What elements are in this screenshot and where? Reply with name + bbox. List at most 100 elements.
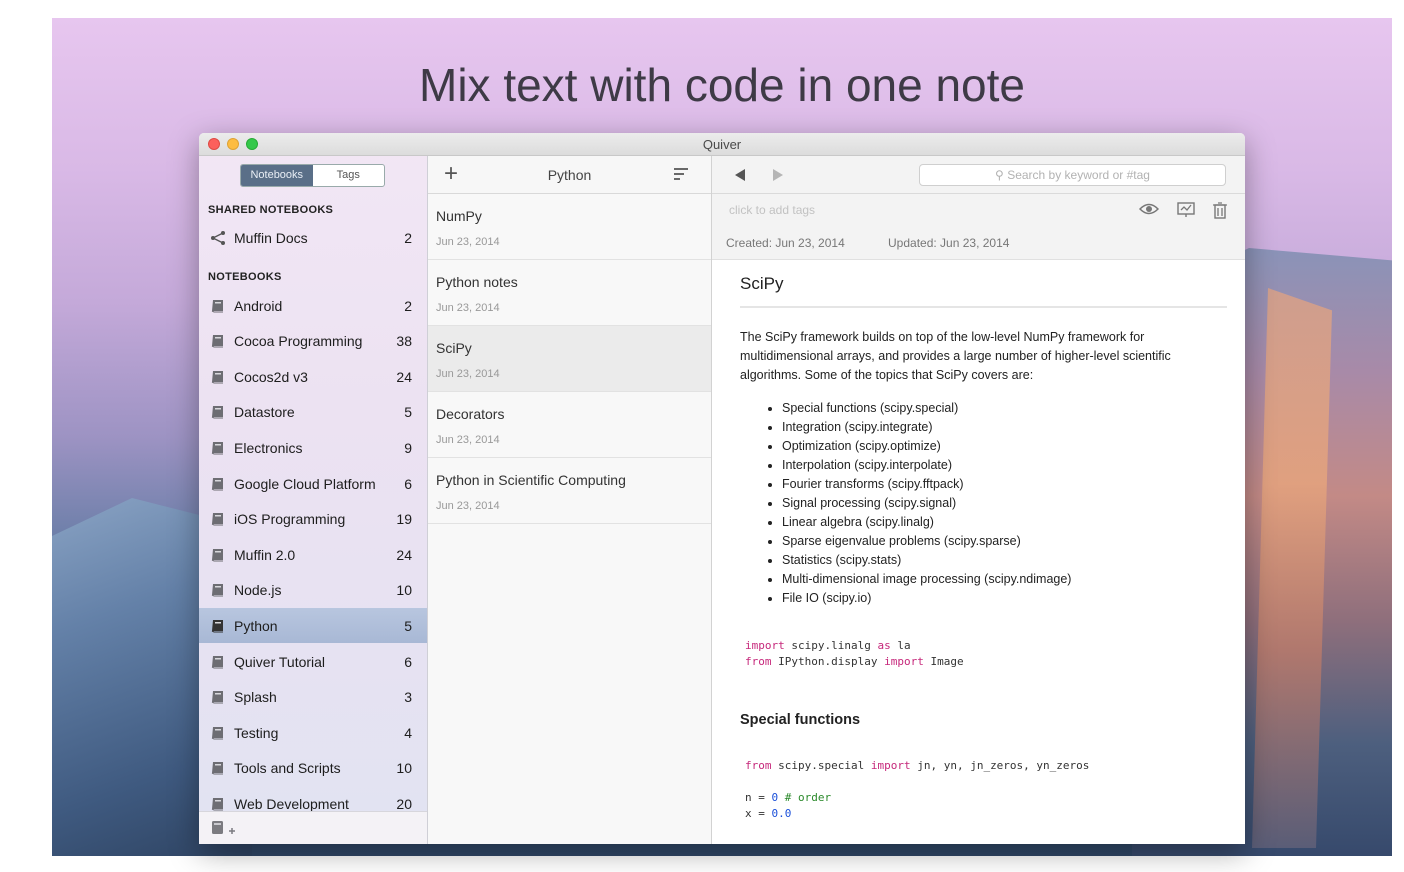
- sidebar-item[interactable]: Cocoa Programming 38: [199, 324, 427, 359]
- note-list-panel: + Python NumPy Jun 23, 2014 Python notes Ju…: [428, 156, 712, 844]
- sidebar-item[interactable]: Node.js 10: [199, 573, 427, 608]
- sidebar-item-label: Cocos2d v3: [234, 368, 308, 385]
- notebook-icon: [211, 762, 223, 775]
- notebook-icon: [211, 548, 223, 562]
- notebook-icon: [211, 726, 223, 740]
- sidebar-item-count: 9: [404, 439, 412, 456]
- editor-toolbar: ⚲ Search by keyword or #tag: [712, 156, 1245, 194]
- sidebar-item[interactable]: Splash 3: [199, 680, 427, 715]
- topic-list-item: Multi-dimensional image processing (scip…: [782, 570, 1227, 589]
- code-token: scipy.special: [771, 759, 871, 772]
- topic-list-item: Signal processing (scipy.signal): [782, 494, 1227, 513]
- sidebar-item-label: Quiver Tutorial: [234, 653, 326, 670]
- note-list-title: Python: [547, 167, 592, 183]
- note-date: Jun 23, 2014: [436, 236, 500, 248]
- sidebar-item-label: iOS Programming: [234, 511, 346, 528]
- sort-icon[interactable]: [673, 167, 689, 181]
- note-list-item[interactable]: Python notes Jun 23, 2014: [428, 260, 711, 326]
- sidebar-item-label: Node.js: [234, 582, 282, 599]
- code-line: n = 0 # order: [745, 790, 1227, 806]
- sidebar-item[interactable]: Testing 4: [199, 715, 427, 750]
- code-token: IPython.display: [771, 655, 885, 668]
- topic-list-item: Integration (scipy.integrate): [782, 418, 1227, 437]
- tab-tags[interactable]: Tags: [313, 165, 385, 186]
- note-list-item[interactable]: NumPy Jun 23, 2014: [428, 194, 711, 260]
- sidebar-footer: [199, 811, 427, 844]
- sidebar-item[interactable]: Quiver Tutorial 6: [199, 644, 427, 679]
- sidebar-item[interactable]: Muffin 2.0 24: [199, 537, 427, 572]
- code-token: import: [870, 759, 911, 772]
- topic-list-item: Optimization (scipy.optimize): [782, 437, 1227, 456]
- sidebar-item[interactable]: Electronics 9: [199, 430, 427, 465]
- code-line: import scipy.linalg as la: [745, 638, 1227, 654]
- sidebar-item-label: Splash: [234, 689, 277, 706]
- tab-notebooks[interactable]: Notebooks: [241, 165, 313, 186]
- forward-arrow-icon[interactable]: [773, 169, 783, 181]
- search-field[interactable]: ⚲ Search by keyword or #tag: [919, 164, 1226, 186]
- sidebar-item-count: 19: [396, 511, 412, 528]
- topic-list-item: File IO (scipy.io): [782, 589, 1227, 608]
- note-dates: Created: Jun 23, 2014 Updated: Jun 23, 2…: [712, 225, 1245, 260]
- notebook-icon: [211, 655, 223, 668]
- sidebar-item[interactable]: Muffin Docs 2: [199, 220, 427, 255]
- code-token: import: [884, 655, 924, 668]
- notebook-icon: [211, 691, 223, 704]
- back-arrow-icon[interactable]: [735, 169, 745, 181]
- sidebar-item-count: 6: [404, 653, 412, 670]
- sidebar-item[interactable]: Android 2: [199, 288, 427, 323]
- note-list-item[interactable]: SciPy Jun 23, 2014: [428, 326, 711, 392]
- sidebar-item-count: 20: [396, 795, 412, 812]
- sidebar-item-count: 38: [396, 333, 412, 350]
- sidebar-item[interactable]: iOS Programming 19: [199, 502, 427, 537]
- sidebar-item[interactable]: Tools and Scripts 10: [199, 751, 427, 786]
- subheading-special-functions: Special functions: [740, 712, 861, 728]
- add-notebook-icon[interactable]: [210, 819, 238, 837]
- sidebar-item[interactable]: Python 5: [199, 608, 427, 644]
- code-block-special: from scipy.special import jn, yn, jn_zer…: [745, 758, 1227, 822]
- note-title: Decorators: [436, 406, 505, 422]
- notebook-icon: [211, 584, 223, 597]
- code-line: from scipy.special import jn, yn, jn_zer…: [745, 758, 1227, 774]
- code-token: x =: [745, 807, 772, 820]
- note-list-toolbar: + Python: [428, 156, 711, 194]
- code-token: as: [877, 639, 891, 652]
- sidebar-item-count: 3: [404, 689, 412, 706]
- tag-bar: click to add tags: [712, 194, 1245, 225]
- note-list-item[interactable]: Decorators Jun 23, 2014: [428, 392, 711, 458]
- code-token: n =: [745, 791, 772, 804]
- note-content[interactable]: SciPy The SciPy framework builds on top …: [740, 274, 1227, 822]
- code-token: from: [745, 759, 772, 772]
- sidebar-item-count: 2: [404, 229, 412, 246]
- app-window: Quiver Notebooks Tags SHARED NOTEBOOKS M…: [199, 133, 1245, 844]
- notebook-icon: [211, 797, 223, 811]
- tags-input[interactable]: click to add tags: [729, 203, 815, 217]
- sidebar-item-count: 5: [404, 404, 412, 421]
- sidebar-item-label: Web Development: [234, 795, 349, 812]
- sidebar-item-label: Datastore: [234, 404, 295, 421]
- sidebar-item[interactable]: Cocos2d v3 24: [199, 359, 427, 394]
- sidebar-item[interactable]: Google Cloud Platform 6: [199, 466, 427, 501]
- preview-eye-icon[interactable]: [1139, 202, 1159, 216]
- code-token: la: [890, 639, 911, 652]
- code-token: # order: [784, 791, 832, 804]
- sidebar-item-count: 10: [396, 760, 412, 777]
- code-token: scipy.linalg: [784, 639, 878, 652]
- sidebar-item-count: 5: [404, 617, 412, 634]
- topic-list-item: Sparse eigenvalue problems (scipy.sparse…: [782, 532, 1227, 551]
- note-title: Python notes: [436, 274, 518, 290]
- note-list-item[interactable]: Python in Scientific Computing Jun 23, 20…: [428, 458, 711, 524]
- trash-icon[interactable]: [1213, 202, 1227, 219]
- note-date: Jun 23, 2014: [436, 500, 500, 512]
- code-line: from IPython.display import Image: [745, 654, 1227, 670]
- sidebar-item[interactable]: Datastore 5: [199, 395, 427, 430]
- code-token: Image: [923, 655, 964, 668]
- notebook-icon: [211, 477, 223, 490]
- code-token: 0.0: [771, 807, 792, 820]
- notebook-icon: [211, 441, 223, 455]
- search-placeholder: Search by keyword or #tag: [1007, 168, 1150, 182]
- presentation-icon[interactable]: [1177, 202, 1195, 218]
- topics-list: Special functions (scipy.special)Integra…: [740, 399, 1227, 608]
- note-date: Jun 23, 2014: [436, 368, 500, 380]
